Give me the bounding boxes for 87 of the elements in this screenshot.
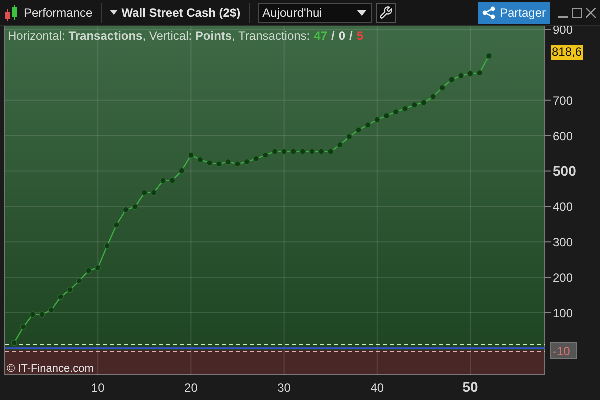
data-point xyxy=(290,148,297,155)
data-point xyxy=(430,94,436,100)
data-point xyxy=(58,294,64,300)
y-axis-label: 400 xyxy=(553,200,574,214)
data-point xyxy=(281,148,288,155)
data-point xyxy=(336,142,344,148)
x-axis-label: 10 xyxy=(91,381,105,395)
data-point xyxy=(169,178,176,184)
settings-button[interactable] xyxy=(376,2,396,22)
data-point xyxy=(309,148,316,155)
data-point xyxy=(86,268,92,274)
x-axis-label: 30 xyxy=(278,381,291,395)
data-point xyxy=(384,112,390,120)
watermark-text: © IT-Finance.com xyxy=(7,362,94,377)
data-point xyxy=(392,108,400,116)
window-title: Performance xyxy=(24,4,93,22)
y-axis-label: 200 xyxy=(553,271,574,286)
y-axis-label: 900 xyxy=(553,26,574,38)
data-point xyxy=(114,222,120,228)
y-axis-label: 100 xyxy=(553,306,574,320)
data-point xyxy=(30,312,36,318)
data-point xyxy=(244,158,250,166)
transaction-count: 47 xyxy=(314,28,328,45)
period-dropdown[interactable]: Aujourd'hui xyxy=(258,2,372,22)
data-point xyxy=(104,242,111,250)
close-icon[interactable] xyxy=(586,8,596,18)
data-point xyxy=(328,148,334,155)
data-point xyxy=(262,152,269,159)
y-axis-label: 500 xyxy=(553,162,576,179)
data-point xyxy=(402,106,409,112)
data-point xyxy=(141,190,148,196)
data-point xyxy=(188,152,194,159)
data-point xyxy=(39,312,46,318)
legend-separator: / xyxy=(332,28,335,45)
y-axis-label: 700 xyxy=(553,94,574,108)
wrench-icon xyxy=(378,6,393,20)
candlestick-icon xyxy=(4,4,20,22)
instrument-selector[interactable]: Wall Street Cash (2$) xyxy=(110,4,241,22)
data-point xyxy=(150,190,158,196)
data-point xyxy=(122,206,130,214)
data-point xyxy=(448,76,456,84)
share-button[interactable]: Partager xyxy=(478,2,550,24)
data-point xyxy=(374,116,381,124)
data-point xyxy=(94,264,102,272)
data-point xyxy=(76,278,83,284)
data-point xyxy=(486,52,492,60)
caret-icon xyxy=(356,10,367,16)
data-point xyxy=(272,148,278,155)
data-point xyxy=(197,156,204,164)
share-icon xyxy=(482,6,496,20)
data-point xyxy=(178,168,186,174)
data-point xyxy=(253,156,260,162)
data-point xyxy=(300,148,306,155)
data-point xyxy=(66,286,74,294)
data-point xyxy=(206,160,214,166)
y-axis-label: 300 xyxy=(553,236,574,250)
data-point xyxy=(48,306,55,314)
transaction-count: 5 xyxy=(356,28,364,45)
data-point xyxy=(458,72,464,80)
x-axis-label: 50 xyxy=(462,379,478,395)
data-point xyxy=(439,84,446,92)
maximize-icon[interactable] xyxy=(572,8,582,18)
data-point xyxy=(420,100,428,106)
data-point xyxy=(132,204,139,210)
data-point xyxy=(467,70,474,78)
legend-separator: / xyxy=(350,28,353,45)
data-point xyxy=(11,340,18,346)
data-point xyxy=(364,122,372,128)
data-point xyxy=(356,126,362,134)
caret-icon xyxy=(110,10,118,15)
current-value-badge: 818,6 xyxy=(551,45,584,60)
transaction-count: 0 xyxy=(338,28,346,45)
reference-line-badge: -10 xyxy=(550,342,578,360)
data-point xyxy=(225,158,232,166)
data-point xyxy=(160,178,166,184)
y-axis-label: 600 xyxy=(553,129,574,144)
data-point xyxy=(411,102,418,108)
data-point xyxy=(20,324,27,330)
legend-text: Horizontal: Transactions, Vertical: Points, Transactions: xyxy=(8,28,310,45)
data-point xyxy=(234,160,241,168)
data-point xyxy=(216,160,222,168)
x-axis-label: 20 xyxy=(184,381,198,395)
ref-line-label: -10 xyxy=(553,344,571,358)
x-axis-label: 40 xyxy=(370,381,384,395)
data-point xyxy=(318,148,325,155)
data-point xyxy=(476,70,484,76)
data-point xyxy=(346,134,353,140)
